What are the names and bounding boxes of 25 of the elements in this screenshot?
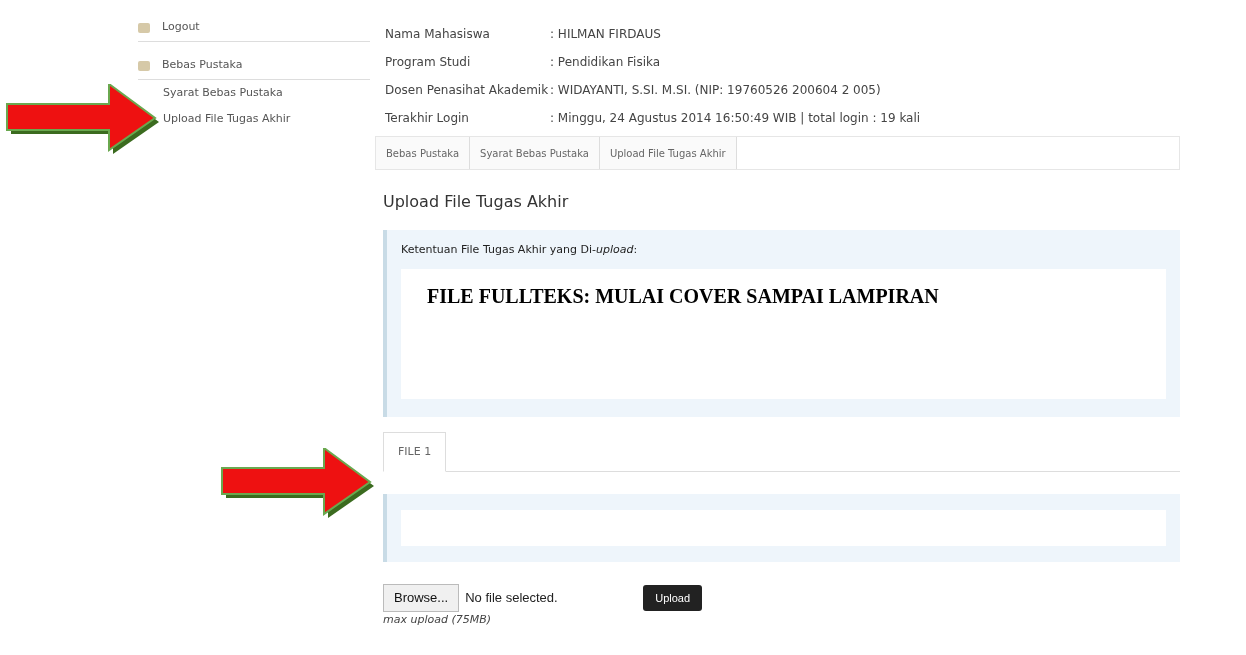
sidebar-item[interactable]: Bebas Pustaka (162, 57, 243, 74)
field-label: Dosen Penasihat Akademik (384, 82, 550, 99)
sidebar-link[interactable]: Syarat Bebas Pustaka (163, 84, 283, 102)
field-value: : HILMAN FIRDAUS (550, 26, 661, 43)
tab[interactable]: FILE 1 (383, 432, 447, 472)
upload-hint: max upload (75MB) (383, 612, 493, 628)
breadcrumb-link[interactable]: Syarat Bebas Pustaka (470, 137, 600, 169)
breadcrumb-link[interactable]: Bebas Pustaka (376, 137, 471, 169)
folder-icon (138, 22, 150, 33)
field-label: Terakhir Login (384, 110, 470, 127)
sidebar-item[interactable]: Logout (162, 19, 200, 36)
file-status: No file selected. (465, 589, 559, 608)
field-label: Program Studi (384, 54, 472, 71)
field-value: : Pendidikan Fisika (550, 54, 661, 71)
sidebar-link[interactable]: Upload File Tugas Akhir (163, 110, 291, 128)
note-text: FILE FULLTEKS: MULAI COVER SAMPAI LAMPIRAN (427, 283, 940, 309)
field-value: : WIDAYANTI, S.SI. M.SI. (NIP: 19760526 200604 2 005) (550, 82, 881, 99)
field-label: Nama Mahasiswa (384, 26, 491, 43)
panel-title: Ketentuan File Tugas Akhir yang Di-upload: (401, 242, 639, 258)
folder-icon (138, 60, 150, 71)
page-heading: Upload File Tugas Akhir (382, 191, 570, 213)
upload-button[interactable]: Upload (643, 585, 703, 611)
breadcrumb-link[interactable]: Upload File Tugas Akhir (599, 137, 737, 169)
field-value: : Minggu, 24 Agustus 2014 16:50:49 WIB | total login : 19 kali (550, 110, 921, 127)
browse-button[interactable]: Browse... (383, 584, 460, 612)
